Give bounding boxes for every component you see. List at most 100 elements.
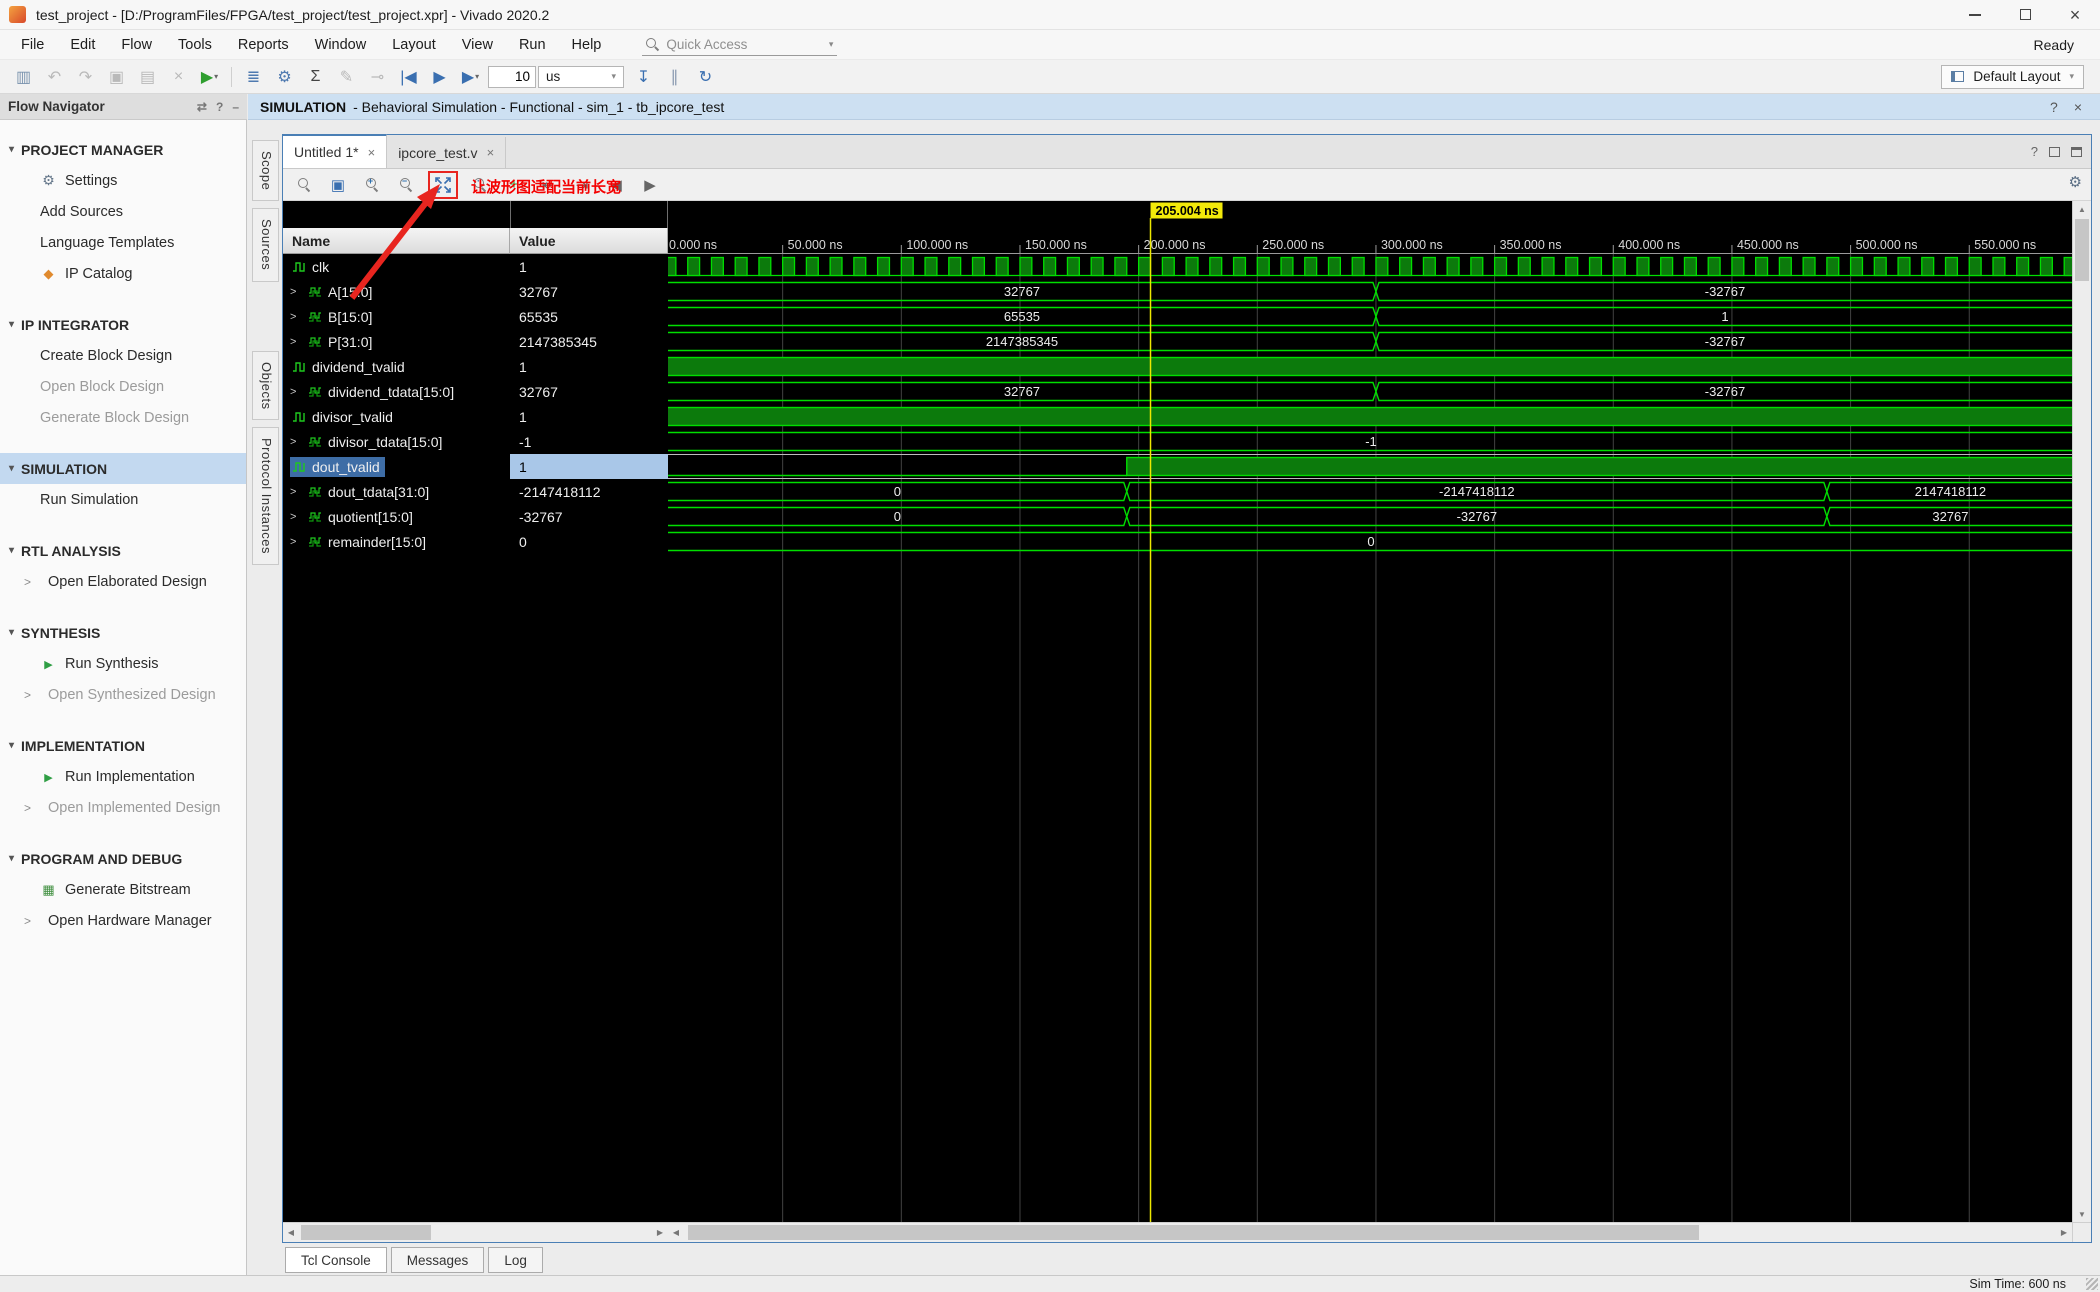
expand-chevron-icon[interactable]: > (290, 536, 301, 548)
signal-value-cell-p-31-0[interactable]: 2147385345 (510, 329, 668, 354)
expand-chevron-icon[interactable]: > (290, 311, 301, 323)
signal-name-row-b-15-0[interactable]: > B[15:0] (283, 304, 510, 329)
wave-help-icon[interactable]: ? (2031, 144, 2038, 159)
chevron-right-icon[interactable]: > (24, 801, 40, 815)
signal-name-row-dout-tdata-31-0[interactable]: > dout_tdata[31:0] (283, 479, 510, 504)
find-icon[interactable] (292, 173, 316, 197)
wave-settings-gear-icon[interactable]: ⚙ (2069, 173, 2082, 191)
side-tab-objects[interactable]: Objects (252, 350, 279, 421)
expand-chevron-icon[interactable]: > (290, 386, 301, 398)
sidebar-item-generate-bitstream[interactable]: Generate Bitstream (0, 874, 246, 905)
sidebar-item-run-implementation[interactable]: Run Implementation (0, 761, 246, 792)
flow-section-header-synthesis[interactable]: ▾ SYNTHESIS (0, 617, 246, 648)
sidebar-item-ip-catalog[interactable]: IP Catalog (0, 258, 246, 289)
sim-time-input[interactable] (488, 65, 536, 88)
save-waveform-icon[interactable]: ▣ (326, 173, 350, 197)
signal-name-row-quotient-15-0[interactable]: > quotient[15:0] (283, 504, 510, 529)
flow-section-header-simulation[interactable]: ▾ SIMULATION (0, 453, 246, 484)
sidebar-item-open-block-design[interactable]: Open Block Design (0, 371, 246, 402)
section-collapse-icon[interactable]: ▾ (9, 463, 14, 474)
banner-help-icon[interactable]: ? (2050, 99, 2058, 115)
scroll-up-icon[interactable]: ▲ (2073, 201, 2091, 217)
maximize-panel-icon[interactable] (2071, 146, 2082, 157)
run-icon[interactable]: ▶ ▾ (194, 64, 225, 90)
menu-item-layout[interactable]: Layout (379, 30, 449, 59)
menu-item-file[interactable]: File (8, 30, 57, 59)
section-collapse-icon[interactable]: ▾ (9, 853, 14, 864)
sidebar-item-language-templates[interactable]: Language Templates (0, 227, 246, 258)
section-collapse-icon[interactable]: ▾ (9, 740, 14, 751)
scroll-right-icon[interactable]: ▶ (2056, 1223, 2072, 1242)
delete-icon[interactable]: × (163, 64, 194, 90)
columns-h-scrollbar-thumb[interactable] (301, 1225, 431, 1240)
console-tab-messages[interactable]: Messages (390, 1247, 485, 1273)
wave-h-scrollbar-thumb[interactable] (688, 1225, 1699, 1240)
wave-h-scrollbar[interactable]: ◀ ▶ (668, 1222, 2072, 1242)
signal-name-row-clk[interactable]: clk (283, 254, 510, 279)
next-transition-icon[interactable]: ▶ (638, 173, 662, 197)
signal-value-cell-dout-tdata-31-0[interactable]: -2147418112 (510, 479, 668, 504)
sidebar-item-add-sources[interactable]: Add Sources (0, 196, 246, 227)
tab-close-icon[interactable]: × (487, 145, 495, 160)
sigma-icon[interactable]: Σ (300, 64, 331, 90)
probe-icon[interactable]: ⊸ (362, 64, 393, 90)
menu-item-window[interactable]: Window (302, 30, 380, 59)
scroll-right-icon[interactable]: ▶ (652, 1223, 668, 1242)
signal-name-row-p-31-0[interactable]: > P[31:0] (283, 329, 510, 354)
redo-icon[interactable]: ↷ (70, 64, 101, 90)
section-collapse-icon[interactable]: ▾ (9, 144, 14, 155)
side-tab-sources[interactable]: Sources (252, 208, 279, 282)
chevron-right-icon[interactable]: > (24, 688, 40, 702)
flow-section-header-program-and-debug[interactable]: ▾ PROGRAM AND DEBUG (0, 843, 246, 874)
signal-value-cell-quotient-15-0[interactable]: -32767 (510, 504, 668, 529)
v-scrollbar-thumb[interactable] (2075, 219, 2089, 281)
settings-gear-icon[interactable]: ⚙ (269, 64, 300, 90)
edit-icon[interactable]: ✎ (331, 64, 362, 90)
signal-value-cell-clk[interactable]: 1 (510, 254, 668, 279)
zoom-in-icon[interactable]: + (360, 173, 384, 197)
run-for-icon[interactable]: ▶ ▾ (455, 64, 486, 90)
value-column-header[interactable]: Value (510, 228, 668, 254)
columns-h-scrollbar[interactable]: ◀ ▶ (283, 1222, 668, 1242)
sidebar-item-open-implemented-design[interactable]: > Open Implemented Design (0, 792, 246, 823)
signal-name-row-a-15-0[interactable]: > A[15:0] (283, 279, 510, 304)
signal-value-cell-divisor-tdata-15-0[interactable]: -1 (510, 429, 668, 454)
run-all-icon[interactable]: ▶ (424, 64, 455, 90)
side-tab-protocol-instances[interactable]: Protocol Instances (252, 427, 279, 566)
signal-name-row-divisor-tvalid[interactable]: divisor_tvalid (283, 404, 510, 429)
sidebar-item-settings[interactable]: Settings (0, 165, 246, 196)
flow-section-header-ip-integrator[interactable]: ▾ IP INTEGRATOR (0, 309, 246, 340)
tab-ipcore-test-v[interactable]: ipcore_test.v × (387, 137, 507, 168)
signal-value-cell-dividend-tdata-15-0[interactable]: 32767 (510, 379, 668, 404)
expand-chevron-icon[interactable]: > (290, 511, 301, 523)
paste-icon[interactable]: ▤ (132, 64, 163, 90)
scroll-left-icon[interactable]: ◀ (283, 1223, 299, 1242)
zoom-out-icon[interactable]: − (394, 173, 418, 197)
signal-value-cell-a-15-0[interactable]: 32767 (510, 279, 668, 304)
console-tab-log[interactable]: Log (488, 1247, 543, 1273)
side-tab-scope[interactable]: Scope (252, 140, 279, 202)
chevron-right-icon[interactable]: > (24, 575, 40, 589)
vertical-scrollbar[interactable]: ▲ ▼ (2072, 201, 2091, 1222)
step-icon[interactable]: ↧ (628, 64, 659, 90)
sidebar-item-open-synthesized-design[interactable]: > Open Synthesized Design (0, 679, 246, 710)
signal-value-cell-remainder-15-0[interactable]: 0 (510, 529, 668, 554)
signal-name-row-dout-tvalid[interactable]: dout_tvalid (283, 454, 510, 479)
banner-close-icon[interactable]: × (2074, 99, 2082, 115)
console-tab-tcl-console[interactable]: Tcl Console (285, 1247, 387, 1273)
scroll-left-icon[interactable]: ◀ (668, 1223, 684, 1242)
chevron-right-icon[interactable]: > (24, 914, 40, 928)
sidebar-item-run-synthesis[interactable]: Run Synthesis (0, 648, 246, 679)
open-window-icon[interactable]: ▥ (8, 64, 39, 90)
menu-item-run[interactable]: Run (506, 30, 559, 59)
waveform-canvas[interactable]: 0.000 ns 50.000 ns 100.000 ns 150.000 ns 200… (668, 201, 2072, 1222)
signal-value-cell-divisor-tvalid[interactable]: 1 (510, 404, 668, 429)
section-collapse-icon[interactable]: ▾ (9, 319, 14, 330)
section-collapse-icon[interactable]: ▾ (9, 545, 14, 556)
pause-icon[interactable]: ∥ (659, 64, 690, 90)
menu-item-tools[interactable]: Tools (165, 30, 225, 59)
menu-item-reports[interactable]: Reports (225, 30, 302, 59)
flow-section-header-project-manager[interactable]: ▾ PROJECT MANAGER (0, 134, 246, 165)
resize-grip[interactable] (2086, 1278, 2098, 1290)
menu-item-help[interactable]: Help (559, 30, 615, 59)
